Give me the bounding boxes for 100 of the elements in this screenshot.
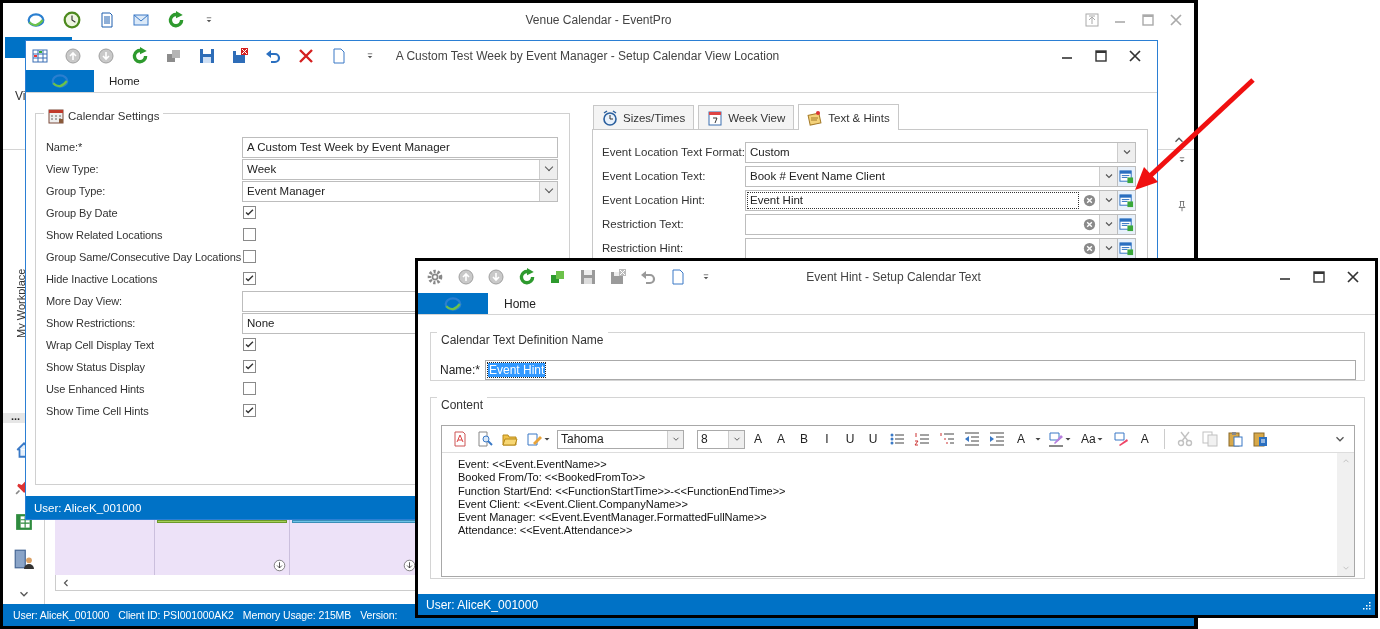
- arrow-box-icon[interactable]: [1084, 12, 1100, 28]
- underline-button[interactable]: U: [840, 428, 860, 450]
- document-icon[interactable]: [99, 12, 115, 28]
- double-underline-button[interactable]: U: [863, 428, 883, 450]
- group-title: Calendar Settings: [68, 110, 160, 122]
- hint-text-line: Function Start/End: <<FunctionStartTime>>-<<FunctionEndTime>>: [458, 484, 787, 498]
- move-up-icon[interactable]: [65, 47, 81, 64]
- close-icon[interactable]: [1127, 47, 1143, 64]
- maximize-icon[interactable]: [1311, 269, 1327, 285]
- refresh-icon[interactable]: [167, 11, 185, 29]
- change-case-button[interactable]: Aa: [1078, 428, 1107, 450]
- dropdown-field[interactable]: Week: [242, 158, 558, 180]
- field-label: Use Enhanced Hints: [46, 383, 146, 395]
- dropdown-field[interactable]: [745, 237, 1118, 259]
- vertical-scrollbar[interactable]: [1337, 453, 1354, 576]
- clock-icon[interactable]: [63, 11, 81, 29]
- field-label: Event Location Text:: [602, 170, 707, 182]
- page-icon[interactable]: [670, 269, 686, 285]
- save-close-icon[interactable]: [610, 269, 626, 285]
- scroll-down-icon[interactable]: [273, 559, 286, 572]
- checkbox[interactable]: [243, 206, 256, 219]
- checkbox[interactable]: [243, 381, 256, 395]
- checkbox[interactable]: [243, 249, 256, 263]
- page-icon[interactable]: [331, 47, 347, 64]
- status-text: User: AliceK_001000: [13, 609, 110, 621]
- person-icon[interactable]: [13, 549, 34, 569]
- paste-special-icon: [1251, 431, 1268, 447]
- italic-button[interactable]: I: [817, 428, 837, 450]
- text-field[interactable]: A Custom Test Week by Event Manager: [242, 136, 558, 158]
- numbered-list-icon: [914, 431, 930, 447]
- rich-text-editor[interactable]: [441, 425, 1355, 577]
- app-logo-icon[interactable]: [27, 11, 45, 29]
- save-icon[interactable]: [580, 269, 596, 285]
- window-title: Venue Calendar - EventPro: [525, 13, 672, 27]
- calendar-cell[interactable]: [155, 520, 290, 575]
- undo-icon[interactable]: [640, 269, 656, 285]
- save-close-icon[interactable]: [232, 47, 248, 64]
- dropdown-field[interactable]: Event Manager: [242, 180, 558, 202]
- grid-icon[interactable]: [32, 47, 48, 64]
- delete-icon[interactable]: [298, 47, 314, 64]
- file-tab[interactable]: [418, 293, 488, 314]
- clear-icon[interactable]: [1082, 216, 1097, 232]
- alarm-clock-icon: [602, 109, 618, 126]
- clear-icon[interactable]: [1082, 192, 1097, 208]
- dropdown-field[interactable]: Event Hint: [745, 189, 1118, 211]
- grow-font-button[interactable]: A: [748, 428, 768, 450]
- checkmark-icon: [244, 339, 255, 350]
- font-color-button[interactable]: A: [1011, 428, 1031, 450]
- dropdown-field[interactable]: Book # Event Name Client: [745, 165, 1118, 187]
- field-label: Show Restrictions:: [46, 317, 137, 329]
- caret-icon: [1095, 435, 1104, 443]
- undo-icon[interactable]: [265, 47, 281, 64]
- tab[interactable]: Week View: [698, 105, 795, 129]
- sidebar-title: My Workplace: [15, 267, 27, 338]
- ribbon-tab[interactable]: Home: [504, 296, 536, 311]
- close-icon[interactable]: [1345, 269, 1361, 285]
- clear-icon[interactable]: [1082, 240, 1097, 256]
- status-text: User: AliceK_001000: [426, 597, 539, 612]
- style-icon: [527, 431, 543, 447]
- checkbox[interactable]: [243, 227, 256, 241]
- field-label: Restriction Text:: [602, 218, 685, 230]
- font-dropdown[interactable]: Tahoma: [557, 429, 684, 449]
- highlight-icon: [1048, 431, 1064, 447]
- bold-button[interactable]: B: [794, 428, 814, 450]
- font-button[interactable]: A: [1134, 428, 1155, 450]
- mail-icon[interactable]: [133, 12, 149, 28]
- editor-icon: [1119, 168, 1134, 184]
- dropdown-field[interactable]: [745, 213, 1118, 235]
- tab[interactable]: Text & Hints: [798, 104, 899, 130]
- ribbon-tab[interactable]: Home: [109, 75, 140, 87]
- field-label: Hide Inactive Locations: [46, 273, 159, 285]
- refresh-icon[interactable]: [131, 46, 149, 65]
- field-label: Show Time Cell Hints: [46, 405, 150, 417]
- checkbox[interactable]: [243, 272, 256, 285]
- move-down-icon[interactable]: [98, 47, 114, 64]
- window-title: Event Hint - Setup Calendar Text: [806, 270, 981, 284]
- field-label: Name:*: [46, 141, 84, 153]
- settings-icon[interactable]: [426, 268, 444, 286]
- editor-button[interactable]: [1118, 237, 1136, 259]
- field-label: Restriction Hint:: [602, 242, 685, 254]
- maximize-icon[interactable]: [1093, 47, 1109, 64]
- calendar-cell[interactable]: [55, 520, 155, 575]
- move-up-icon[interactable]: [458, 269, 474, 285]
- file-tab[interactable]: [26, 70, 94, 92]
- blocks-icon[interactable]: [550, 269, 566, 285]
- save-icon[interactable]: [199, 47, 215, 64]
- font-size-dropdown[interactable]: 8: [697, 429, 745, 449]
- scroll-down-icon[interactable]: [403, 559, 416, 572]
- move-down-icon[interactable]: [488, 269, 504, 285]
- tab[interactable]: Sizes/Times: [593, 105, 695, 129]
- multilevel-list-icon: [939, 431, 955, 447]
- editor-icon: [1119, 216, 1134, 232]
- dropdown-field[interactable]: Custom: [745, 141, 1136, 163]
- shrink-font-button[interactable]: A: [771, 428, 791, 450]
- checkbox[interactable]: [243, 360, 256, 373]
- refresh-icon[interactable]: [518, 268, 536, 286]
- thumbtack-icon[interactable]: [1176, 200, 1188, 212]
- blocks-icon[interactable]: [166, 47, 182, 64]
- checkbox[interactable]: [243, 404, 256, 417]
- checkbox[interactable]: [243, 338, 256, 351]
